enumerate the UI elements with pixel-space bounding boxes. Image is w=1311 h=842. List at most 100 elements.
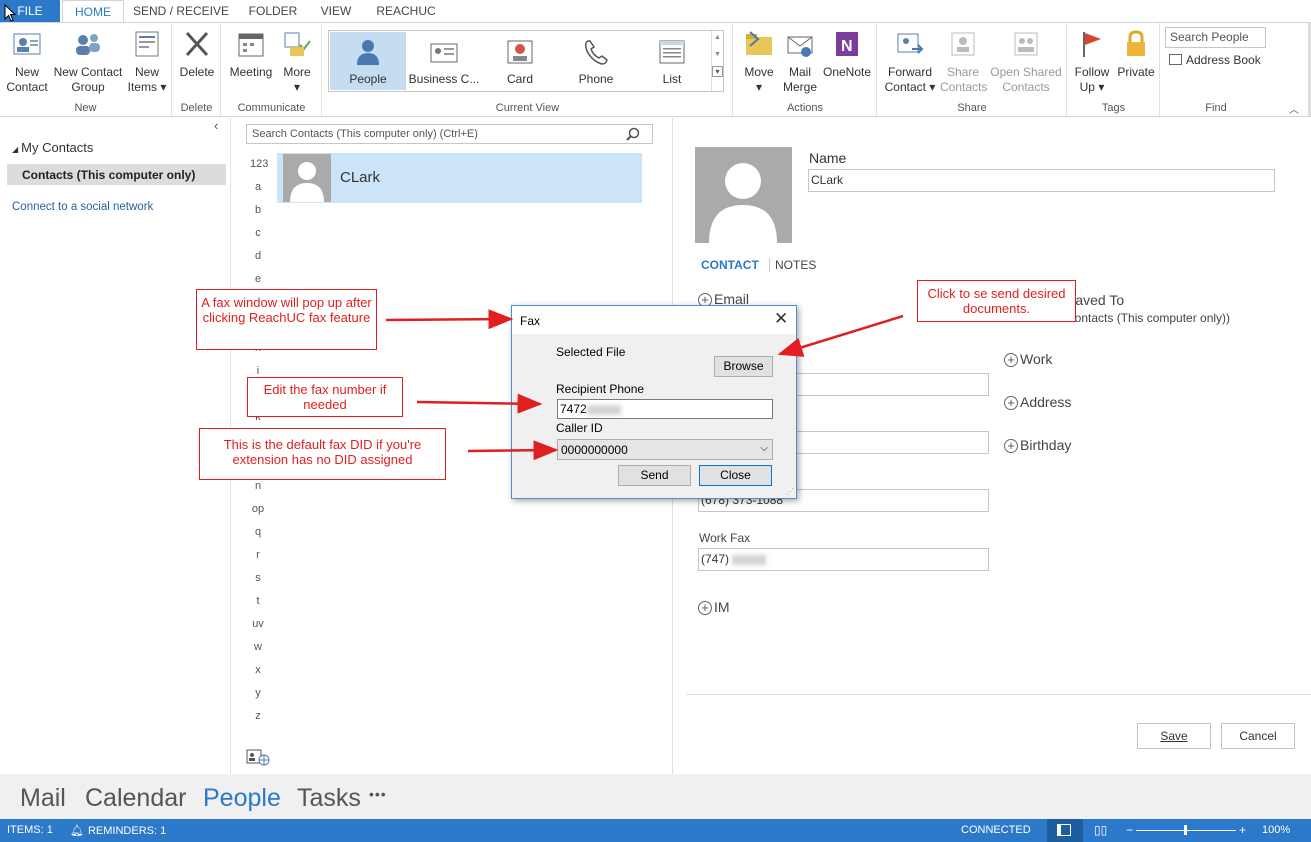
group-share-label: Share [957, 102, 987, 114]
work-fax-field[interactable]: (747) [698, 548, 989, 571]
nav-calendar[interactable]: Calendar [85, 784, 186, 813]
search-people-input[interactable]: Search People [1165, 27, 1266, 48]
close-button[interactable]: Close [699, 465, 772, 486]
name-field[interactable]: CLark [808, 169, 1275, 192]
plus-icon: + [1004, 353, 1018, 368]
tab-view[interactable]: VIEW [312, 0, 360, 22]
add-im[interactable]: + IM [698, 599, 730, 616]
alphabet-letter[interactable]: 123 [250, 158, 268, 170]
nav-mail[interactable]: Mail [20, 784, 66, 813]
alphabet-letter[interactable]: e [250, 273, 266, 285]
alphabet-letter[interactable]: x [250, 664, 266, 676]
onenote-button[interactable]: N OneNote [820, 29, 874, 80]
zoom-in-button[interactable]: + [1239, 823, 1246, 837]
forward-contact-button[interactable]: Forward Contact ▾ [882, 29, 938, 95]
move-button[interactable]: Move ▾ [738, 29, 780, 95]
search-icon[interactable] [626, 127, 640, 141]
alphabet-letter[interactable]: q [250, 526, 266, 538]
share-contacts-button[interactable]: Share Contacts [940, 29, 987, 95]
gallery-scroll[interactable]: ▲ ▼ ▾ [711, 31, 723, 91]
view-phone[interactable]: Phone [558, 32, 634, 90]
add-work[interactable]: + Work [1004, 351, 1052, 368]
address-book-button[interactable]: Address Book [1169, 53, 1261, 67]
connect-social-link[interactable]: Connect to a social network [12, 201, 153, 213]
save-button[interactable]: Save [1137, 723, 1211, 749]
tab-contact[interactable]: CONTACT [701, 258, 759, 272]
reminders-count[interactable]: 🔔︎ REMINDERS: 1 [70, 824, 166, 837]
alphabet-letter[interactable]: r [250, 549, 266, 561]
add-address[interactable]: + Address [1004, 394, 1071, 411]
contact-card-icon [13, 33, 41, 55]
view-people[interactable]: People [330, 32, 406, 90]
zoom-slider-thumb[interactable] [1184, 825, 1187, 835]
alphabet-letter[interactable]: w [250, 641, 266, 653]
tab-folder[interactable]: FOLDER [242, 0, 304, 22]
more-communicate-icon [284, 32, 311, 56]
tab-home[interactable]: HOME [62, 0, 124, 23]
photo-silhouette-icon [709, 163, 777, 243]
new-contact-label: New Contact [6, 65, 48, 94]
group-communicate-label: Communicate [237, 102, 306, 114]
meeting-button[interactable]: Meeting [226, 29, 276, 80]
redaction-blur [586, 404, 621, 415]
open-shared-contacts-icon [1014, 32, 1038, 56]
group-actions-label: Actions [786, 102, 824, 114]
alphabet-letter[interactable]: y [250, 687, 266, 699]
private-button[interactable]: Private [1114, 29, 1158, 80]
alphabet-letter[interactable]: c [250, 227, 266, 239]
my-contacts-label: My Contacts [21, 140, 94, 155]
recipient-phone-input[interactable]: 7472 [557, 399, 773, 419]
alphabet-letter[interactable]: i [250, 365, 266, 377]
alphabet-letter[interactable]: s [250, 572, 266, 584]
search-contacts-input[interactable]: Search Contacts (This computer only) (Ct… [246, 124, 653, 144]
close-icon[interactable]: ✕ [774, 309, 788, 329]
contact-photo[interactable] [695, 147, 792, 243]
browse-button[interactable]: Browse [714, 356, 773, 377]
view-list[interactable]: List [634, 32, 710, 90]
nav-tasks[interactable]: Tasks [297, 784, 361, 813]
reading-view-icon[interactable]: ▯▯ [1094, 823, 1107, 837]
add-birthday[interactable]: + Birthday [1004, 437, 1071, 454]
work-fax-value: (747) [701, 552, 730, 566]
more-button[interactable]: More ▾ [276, 29, 318, 95]
alphabet-letter[interactable]: d [250, 250, 266, 262]
contact-row[interactable]: CLark [277, 153, 642, 203]
new-items-button[interactable]: New Items ▾ [124, 29, 170, 95]
phone-icon [584, 40, 608, 65]
open-shared-contacts-button[interactable]: Open Shared Contacts [988, 29, 1064, 95]
nav-people[interactable]: People [203, 784, 281, 813]
delete-button[interactable]: Delete [175, 29, 219, 80]
alphabet-letter[interactable]: n [250, 480, 266, 492]
nav-more-icon[interactable]: ••• [369, 786, 387, 802]
alphabet-letter[interactable]: z [250, 710, 266, 722]
zoom-out-button[interactable]: − [1126, 823, 1133, 837]
view-card[interactable]: Card [482, 32, 558, 90]
my-contacts-header[interactable]: ◢ My Contacts [12, 140, 93, 155]
view-business-card[interactable]: Business C... [406, 32, 482, 90]
follow-up-button[interactable]: Follow Up ▾ [1072, 29, 1112, 95]
caller-id-select[interactable]: 0000000000 ⌵ [557, 439, 773, 460]
tab-reachuc[interactable]: REACHUC [370, 0, 442, 22]
alphabet-letter[interactable]: b [250, 204, 266, 216]
alphabet-letter[interactable]: a [250, 181, 266, 193]
work-fax-label: Work Fax [699, 531, 751, 545]
new-contact-button[interactable]: New Contact [4, 29, 50, 95]
collapse-ribbon-icon[interactable]: ︿ [1289, 101, 1299, 116]
people-social-icon[interactable] [246, 748, 270, 766]
ribbon-tabs: FILE HOME SEND / RECEIVE FOLDER VIEW REA… [0, 0, 1311, 23]
alphabet-letter[interactable]: op [250, 503, 266, 515]
mail-merge-button[interactable]: Mail Merge [780, 29, 820, 95]
tab-notes[interactable]: NOTES [769, 258, 816, 272]
resize-grip-icon[interactable]: ⋰ [786, 487, 794, 496]
new-contact-group-button[interactable]: New Contact Group [52, 29, 124, 95]
tab-send-receive[interactable]: SEND / RECEIVE [132, 0, 230, 22]
cancel-button[interactable]: Cancel [1221, 723, 1295, 749]
send-button[interactable]: Send [618, 465, 691, 486]
collapse-pane-icon[interactable]: ‹ [214, 118, 218, 133]
folder-contacts[interactable]: Contacts (This computer only) [7, 164, 226, 185]
normal-view-button[interactable] [1047, 819, 1083, 842]
alphabet-letter[interactable]: t [250, 595, 266, 607]
alphabet-letter[interactable]: uv [250, 618, 266, 630]
address-book-icon [1169, 54, 1182, 65]
reminders-label: REMINDERS: 1 [87, 825, 167, 837]
